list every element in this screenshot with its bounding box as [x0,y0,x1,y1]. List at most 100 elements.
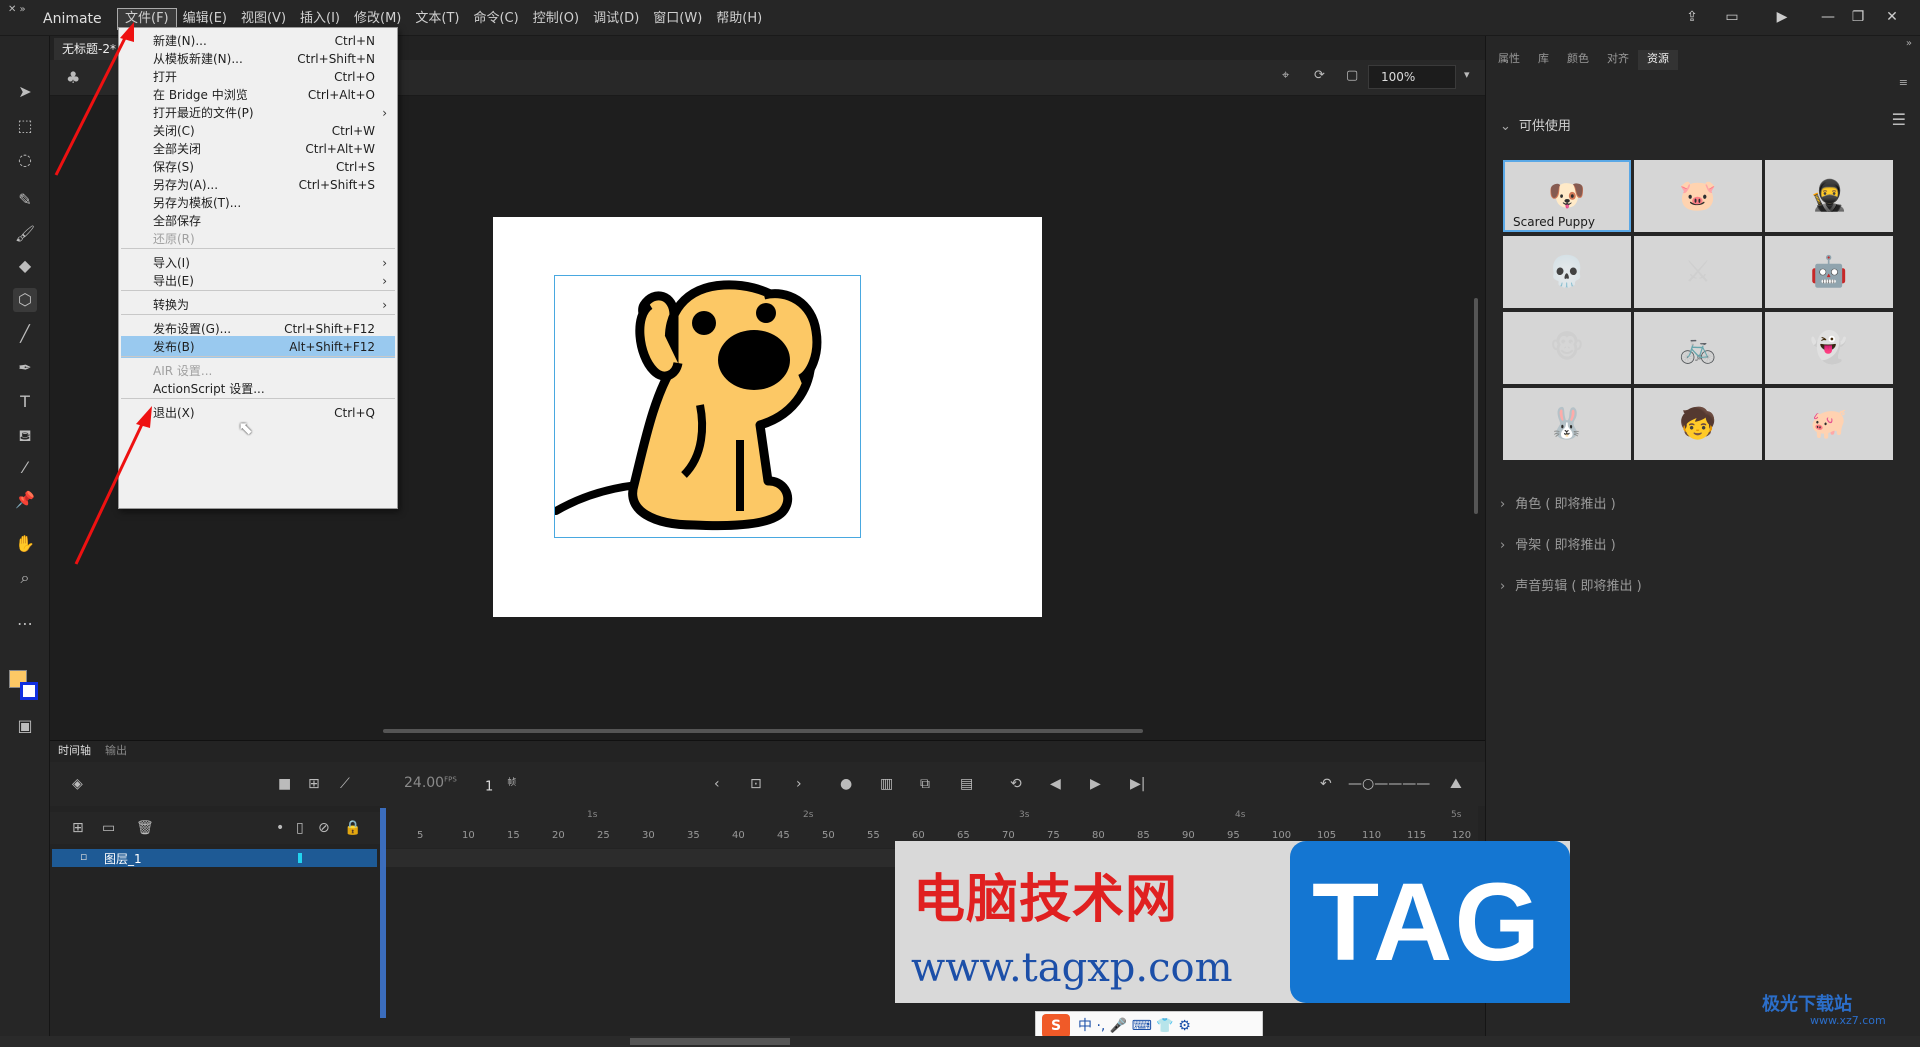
minimize-button[interactable]: — [1816,6,1840,28]
frame-size-slider[interactable]: —○———— [1348,776,1430,792]
menu-6[interactable]: 命令(C) [466,9,525,29]
asset-thumbnail[interactable]: 🚲 [1634,312,1762,384]
step-forward-icon[interactable]: ▶| [1130,776,1145,792]
asset-thumbnail[interactable]: 🐰 [1503,388,1631,460]
play-icon[interactable]: ▶ [1090,776,1101,792]
file-menu-item[interactable]: 导出(E) › [121,270,395,292]
zoom-to-fit-icon[interactable]: ⛰ [1450,776,1462,792]
text-tool-icon[interactable]: T [13,390,37,414]
file-menu-item[interactable]: 发布(B) Alt+Shift+F12 [121,336,395,358]
menu-2[interactable]: 视图(V) [234,9,293,29]
restore-button[interactable]: ❐ [1846,6,1870,28]
file-menu-item[interactable]: 退出(X) Ctrl+Q [121,402,395,424]
menu-1[interactable]: 编辑(E) [176,9,234,29]
free-transform-icon[interactable]: ⬚ [13,114,37,138]
asset-thumbnail[interactable]: 💀 [1503,236,1631,308]
section-header-2[interactable]: › 声音剪辑 ( 即将推出 ) [1500,575,1642,594]
asset-thumbnail[interactable]: 🤖 [1765,236,1893,308]
edit-multiple-frames-icon[interactable]: ▥ [880,776,893,792]
asset-thumbnail[interactable]: 🧒 [1634,388,1762,460]
step-back-icon[interactable]: ◀ [1050,776,1061,792]
selection-tool-icon[interactable]: ➤ [13,80,37,104]
close-button[interactable]: ✕ [1880,6,1904,28]
zoom-dropdown-icon[interactable]: ▾ [1464,68,1470,81]
new-layer-icon[interactable]: ⊞ [72,820,84,836]
menu-3[interactable]: 插入(I) [293,9,347,29]
section-header-0[interactable]: › 角色 ( 即将推出 ) [1500,493,1616,512]
menu-9[interactable]: 窗口(W) [646,9,709,29]
workspace-icon[interactable]: ▭ [1720,6,1744,28]
visibility-icon[interactable]: ⊘ [318,820,330,836]
fill-color-swatch[interactable] [20,682,38,700]
object-drawing-icon[interactable]: ▣ [13,714,37,738]
paint-bucket-icon[interactable]: ⛾ [13,424,37,448]
right-tab-4[interactable]: 资源 [1638,50,1678,70]
fps-field[interactable]: 24.00FPS [404,775,457,791]
tween-icon[interactable]: ⧉ [920,776,930,792]
list-view-icon[interactable]: ☰ [1892,110,1906,129]
camera-icon[interactable]: ■ [278,776,291,792]
loop-icon[interactable]: ⟲ [1010,776,1022,792]
lock-icon[interactable]: 🔒 [344,820,361,836]
timeline-tab-1[interactable]: 输出 [105,742,127,758]
asset-thumbnail[interactable]: ⚔ [1634,236,1762,308]
right-tab-1[interactable]: 库 [1529,50,1558,70]
delete-layer-icon[interactable]: 🗑 [136,820,154,836]
test-movie-icon[interactable]: ▶ [1770,6,1794,28]
menu-10[interactable]: 帮助(H) [709,9,769,29]
layer-parenting-icon[interactable]: ⊞ [308,776,320,792]
outline-icon[interactable]: ▯ [296,820,304,836]
highlight-dot-icon[interactable]: • [276,820,284,836]
available-section-header[interactable]: ⌄ 可供使用 [1500,115,1571,134]
onion-skin-icon[interactable]: ● [840,776,852,792]
menu-8[interactable]: 调试(D) [586,9,646,29]
panel-menu-icon[interactable]: ≡ [1899,76,1908,89]
asset-thumbnail[interactable]: 🐷 [1634,160,1762,232]
menu-4[interactable]: 修改(M) [347,9,408,29]
rotate-stage-icon[interactable]: ⟳ [1314,68,1325,83]
next-keyframe-icon[interactable]: › [796,776,802,792]
file-menu-item[interactable]: 转换为 › [121,294,395,316]
convert-frames-icon[interactable]: ▤ [960,776,973,792]
prev-keyframe-icon[interactable]: ‹ [714,776,720,792]
lasso-icon[interactable]: ◌ [13,148,37,172]
file-menu-item[interactable]: ActionScript 设置... [121,378,395,400]
undo-icon[interactable]: ↶ [1320,776,1332,792]
panel-toggle-icon[interactable]: ✕ » [8,4,26,15]
menu-7[interactable]: 控制(O) [526,9,586,29]
asset-thumbnail[interactable]: 👻 [1765,312,1893,384]
layers-icon[interactable]: ◈ [72,776,83,792]
center-stage-icon[interactable]: ⌖ [1282,68,1289,83]
more-tools-icon[interactable]: ⋯ [13,612,37,636]
insert-keyframe-icon[interactable]: ⊡ [750,776,762,792]
bottom-scroll-thumb[interactable] [630,1038,790,1045]
zoom-field[interactable]: 100% [1368,65,1456,89]
horizontal-scrollbar[interactable] [383,729,1143,733]
zoom-tool-icon[interactable]: ⌕ [13,566,37,590]
current-frame-field[interactable]: 1帧 [485,775,516,794]
paint-brush-icon[interactable]: 🖌 [13,222,37,246]
clip-stage-icon[interactable]: ▢ [1346,68,1358,83]
asset-thumbnail[interactable]: 🐶 Scared Puppy [1503,160,1631,232]
share-icon[interactable]: ⇪ [1680,6,1704,28]
eyedropper-icon[interactable]: ⁄ [13,456,37,480]
graph-icon[interactable]: ⟋ [340,776,350,792]
section-header-1[interactable]: › 骨架 ( 即将推出 ) [1500,534,1616,553]
eraser-icon[interactable]: ◆ [13,254,37,278]
playhead[interactable] [380,808,386,1018]
polygon-tool-icon[interactable]: ⬡ [13,288,37,312]
pen-tool-icon[interactable]: ✒ [13,356,37,380]
asset-thumbnail[interactable]: 🐖 [1765,388,1893,460]
asset-thumbnail[interactable]: 🐵 [1503,312,1631,384]
menu-5[interactable]: 文本(T) [408,9,466,29]
new-folder-icon[interactable]: ▭ [102,820,115,836]
right-tab-3[interactable]: 对齐 [1598,50,1638,70]
pin-icon[interactable]: 📌 [13,488,37,512]
timeline-tab-0[interactable]: 时间轴 [58,742,91,758]
brush-icon[interactable]: ✎ [13,188,37,212]
asset-thumbnail[interactable]: 🥷 [1765,160,1893,232]
layer-row[interactable]: ▫ 图层_1 [52,849,377,867]
panel-collapse-icon[interactable]: » [1906,38,1912,49]
hand-tool-icon[interactable]: ✋ [13,532,37,556]
right-tab-0[interactable]: 属性 [1489,50,1529,70]
